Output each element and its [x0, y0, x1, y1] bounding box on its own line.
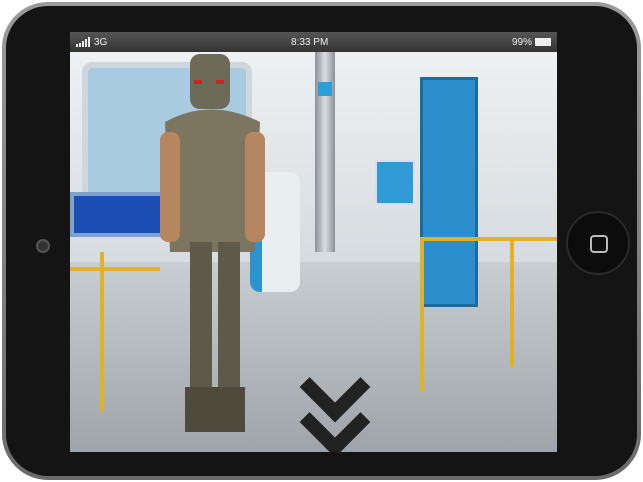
blue-console-panel: [70, 192, 170, 237]
battery-percent: 99%: [511, 36, 532, 48]
clock: 8:33 PM: [291, 36, 329, 48]
home-square-icon: [590, 235, 608, 253]
yellow-railing: [70, 267, 160, 271]
yellow-railing: [420, 237, 557, 241]
railing-post: [420, 237, 424, 392]
railing-post: [100, 252, 104, 412]
screen: 3G 8:33 PM 99%: [70, 32, 557, 452]
railing-post: [510, 237, 514, 367]
armored-soldier-character[interactable]: [160, 52, 270, 437]
signal-icon: [76, 37, 90, 47]
game-viewport[interactable]: [70, 52, 557, 452]
blue-locker-door: [420, 77, 478, 307]
front-camera: [36, 239, 50, 253]
wall-cabinet: [375, 160, 415, 205]
status-bar: 3G 8:33 PM 99%: [70, 32, 557, 52]
pillar-band: [318, 82, 332, 96]
carrier-label: 3G: [94, 36, 108, 48]
home-button[interactable]: [566, 211, 630, 275]
battery-icon: [534, 37, 551, 46]
